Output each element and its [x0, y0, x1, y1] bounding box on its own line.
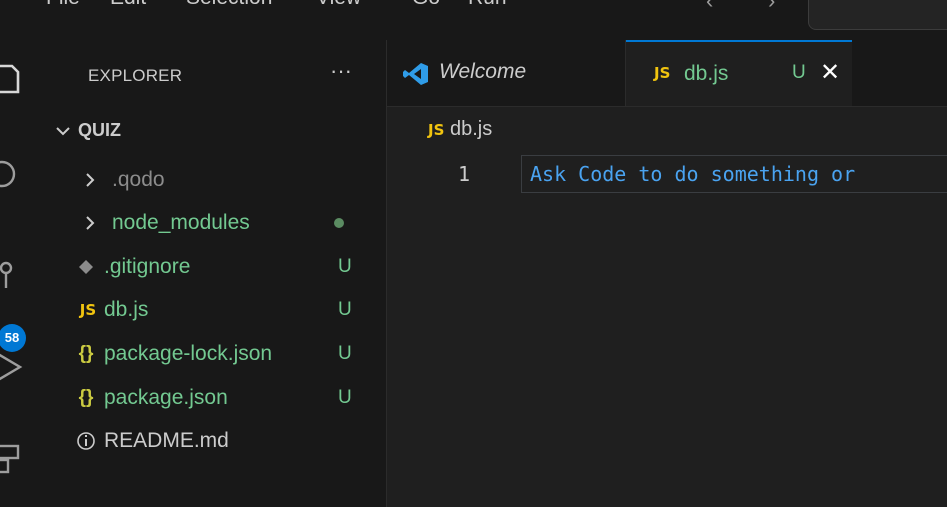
- close-icon[interactable]: ✕: [820, 58, 840, 87]
- folder-section-quiz[interactable]: QUIZ: [56, 120, 121, 141]
- json-braces-icon: {}: [78, 343, 94, 364]
- command-center[interactable]: [808, 0, 947, 30]
- js-icon: JS: [654, 64, 671, 82]
- modified-dot-icon: [334, 218, 344, 228]
- arrow-left-icon[interactable]: ‹: [706, 0, 713, 14]
- tree-item-label: db.js: [104, 298, 149, 321]
- tree-item-db-js[interactable]: JS db.js U: [46, 290, 386, 330]
- tree-item-package-json[interactable]: {} package.json U: [46, 378, 386, 418]
- vscode-logo-icon: [403, 62, 429, 91]
- tree-item-readme-md[interactable]: README.md: [46, 421, 386, 461]
- inline-chat-hint[interactable]: Ask Code to do something or: [530, 162, 855, 186]
- git-status-badge: U: [338, 299, 352, 320]
- breadcrumb-file: db.js: [449, 118, 493, 140]
- tree-item-label: .gitignore: [104, 255, 191, 278]
- breadcrumb[interactable]: JS db.js: [428, 118, 492, 141]
- json-braces-icon: {}: [78, 387, 94, 408]
- activity-bar: 58: [0, 40, 46, 507]
- menu-edit[interactable]: Edit: [110, 0, 146, 10]
- tree-item-label: README.md: [104, 429, 229, 452]
- extensions-icon[interactable]: [0, 440, 30, 474]
- run-debug-icon[interactable]: [0, 350, 30, 384]
- search-icon[interactable]: [0, 158, 30, 192]
- tree-item-label: node_modules: [112, 211, 250, 234]
- tab-db-js[interactable]: JS db.js U ✕: [626, 40, 852, 106]
- source-control-icon[interactable]: [0, 254, 30, 288]
- chevron-down-icon: [56, 120, 78, 141]
- git-status-badge: U: [338, 256, 352, 277]
- menu-go[interactable]: Go: [412, 0, 440, 10]
- tree-item-node-modules[interactable]: node_modules: [46, 203, 386, 243]
- info-icon: [72, 421, 100, 475]
- explorer-sidebar: EXPLORER ··· QUIZ .qodo node_modules .gi…: [46, 40, 387, 507]
- explorer-title: EXPLORER: [88, 66, 183, 85]
- menu-view[interactable]: View: [316, 0, 361, 10]
- git-status-badge: U: [338, 387, 352, 408]
- line-number: 1: [458, 162, 471, 186]
- menu-selection[interactable]: Selection: [186, 0, 272, 10]
- menu-bar: File Edit Selection View Go Run ‹ ›: [0, 0, 947, 40]
- git-status-badge: U: [338, 343, 352, 364]
- tree-item-gitignore[interactable]: .gitignore U: [46, 247, 386, 287]
- arrow-right-icon[interactable]: ›: [768, 0, 775, 14]
- tree-item-qodo[interactable]: .qodo: [46, 160, 386, 200]
- more-actions-icon[interactable]: ···: [330, 58, 352, 84]
- files-icon[interactable]: [0, 62, 30, 96]
- tree-item-package-lock-json[interactable]: {} package-lock.json U: [46, 334, 386, 374]
- tree-item-label: package-lock.json: [104, 342, 273, 365]
- tab-label: db.js: [684, 62, 729, 85]
- editor-tabs: Welcome JS db.js U ✕: [387, 40, 947, 107]
- tab-label: Welcome: [439, 60, 527, 83]
- menu-file[interactable]: File: [46, 0, 80, 10]
- menu-run[interactable]: Run: [468, 0, 507, 10]
- source-control-badge: 58: [0, 324, 26, 352]
- git-status-badge: U: [792, 62, 806, 83]
- tree-item-label: .qodo: [112, 168, 165, 191]
- js-icon: JS: [79, 301, 97, 319]
- tree-item-label: package.json: [104, 386, 228, 409]
- section-label: QUIZ: [78, 120, 121, 140]
- js-icon: JS: [428, 121, 445, 139]
- tab-welcome[interactable]: Welcome: [387, 40, 626, 106]
